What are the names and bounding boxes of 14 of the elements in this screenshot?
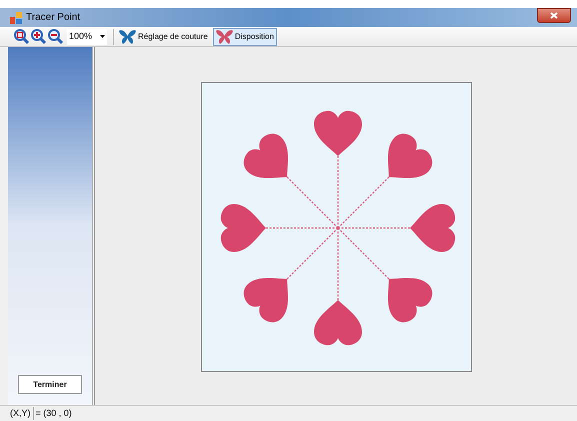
- window-title: Tracer Point: [26, 11, 80, 25]
- zoom-in-icon[interactable]: [31, 29, 46, 44]
- finish-button[interactable]: Terminer: [18, 375, 82, 394]
- zoom-fit-icon[interactable]: [14, 29, 29, 44]
- app-icon: [10, 12, 22, 24]
- coordinates-label: (X,Y): [10, 406, 32, 420]
- zoom-dropdown[interactable]: 100%: [67, 28, 107, 44]
- close-icon: [550, 12, 558, 19]
- toolbar-button[interactable]: Disposition: [212, 28, 277, 46]
- dropdown-arrow-icon: [100, 35, 105, 38]
- toolbar-button[interactable]: Réglage de couture: [116, 28, 211, 46]
- zoom-out-icon[interactable]: [48, 29, 63, 44]
- close-button[interactable]: [537, 8, 571, 23]
- coordinates-value: = (30 , 0): [32, 406, 91, 420]
